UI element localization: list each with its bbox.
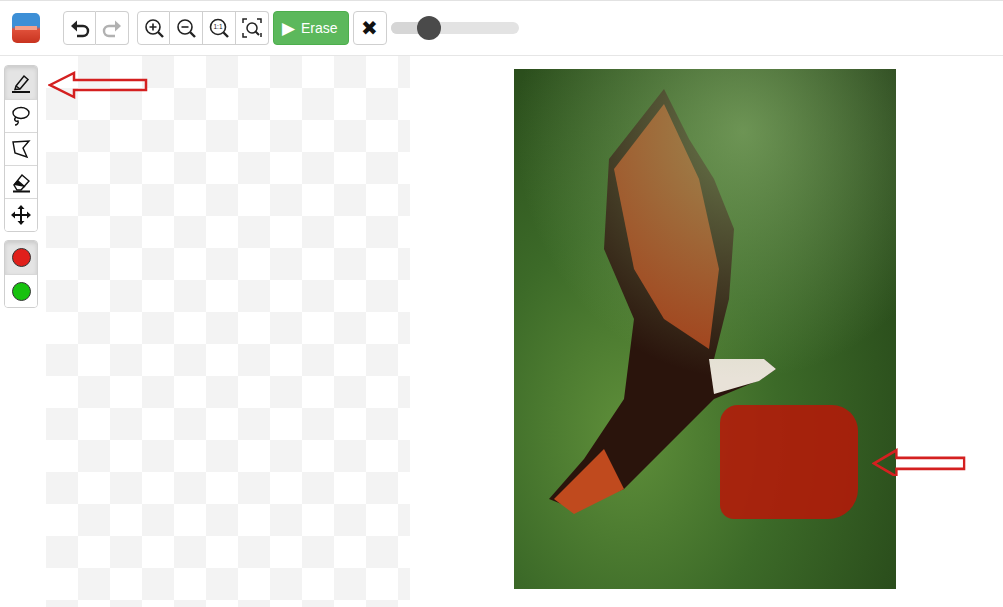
arrow-icon bbox=[872, 448, 973, 476]
color-swatch bbox=[12, 282, 31, 301]
zoom-out-button[interactable] bbox=[170, 11, 203, 45]
fit-button[interactable] bbox=[236, 11, 269, 45]
workspace bbox=[0, 56, 1003, 607]
lasso-tool[interactable] bbox=[5, 99, 37, 132]
color-option[interactable] bbox=[5, 274, 37, 307]
lasso-icon bbox=[10, 105, 32, 127]
redo-button[interactable] bbox=[96, 11, 129, 45]
undo-button[interactable] bbox=[63, 11, 96, 45]
move-tool[interactable] bbox=[5, 198, 37, 231]
color-group bbox=[4, 240, 38, 308]
color-option[interactable] bbox=[5, 241, 37, 274]
logo bbox=[11, 12, 41, 44]
color-swatch bbox=[12, 248, 31, 267]
zoom-out-icon bbox=[175, 17, 197, 39]
zoom-label: 1:1 bbox=[213, 23, 222, 30]
arrow-icon bbox=[48, 71, 149, 99]
tool-sidebar bbox=[0, 56, 46, 607]
actual-size-icon: 1:1 bbox=[208, 17, 230, 39]
clear-button[interactable]: ✖ bbox=[353, 11, 387, 45]
annotation-arrow bbox=[48, 71, 149, 99]
zoom-in-icon bbox=[143, 17, 165, 39]
history-group bbox=[63, 11, 129, 45]
eraser-tool[interactable] bbox=[5, 165, 37, 198]
eraser-icon bbox=[10, 171, 32, 193]
undo-icon bbox=[69, 17, 91, 39]
brush-size-knob[interactable] bbox=[417, 16, 441, 40]
canvas[interactable] bbox=[46, 56, 1003, 607]
zoom-group: 1:1 bbox=[137, 11, 269, 45]
brush-mask bbox=[720, 405, 858, 519]
play-icon: ▶ bbox=[282, 20, 295, 37]
transparent-area bbox=[46, 56, 410, 607]
app-logo-icon bbox=[11, 12, 41, 44]
tool-group bbox=[4, 65, 38, 232]
polygon-icon bbox=[10, 138, 32, 160]
polygon-tool[interactable] bbox=[5, 132, 37, 165]
erase-button[interactable]: ▶ Erase bbox=[273, 11, 349, 45]
brush-tool[interactable] bbox=[5, 66, 37, 99]
photo bbox=[514, 69, 896, 589]
brush-icon bbox=[10, 72, 32, 94]
actual-size-button[interactable]: 1:1 bbox=[203, 11, 236, 45]
close-icon: ✖ bbox=[361, 18, 378, 38]
toolbar: 1:1 ▶ Erase ✖ bbox=[0, 1, 1003, 56]
zoom-in-button[interactable] bbox=[137, 11, 170, 45]
redo-icon bbox=[101, 17, 123, 39]
erase-label: Erase bbox=[301, 18, 338, 39]
move-icon bbox=[10, 204, 32, 226]
fit-icon bbox=[241, 17, 263, 39]
annotation-arrow bbox=[872, 448, 973, 476]
brush-size-slider[interactable] bbox=[391, 22, 519, 34]
